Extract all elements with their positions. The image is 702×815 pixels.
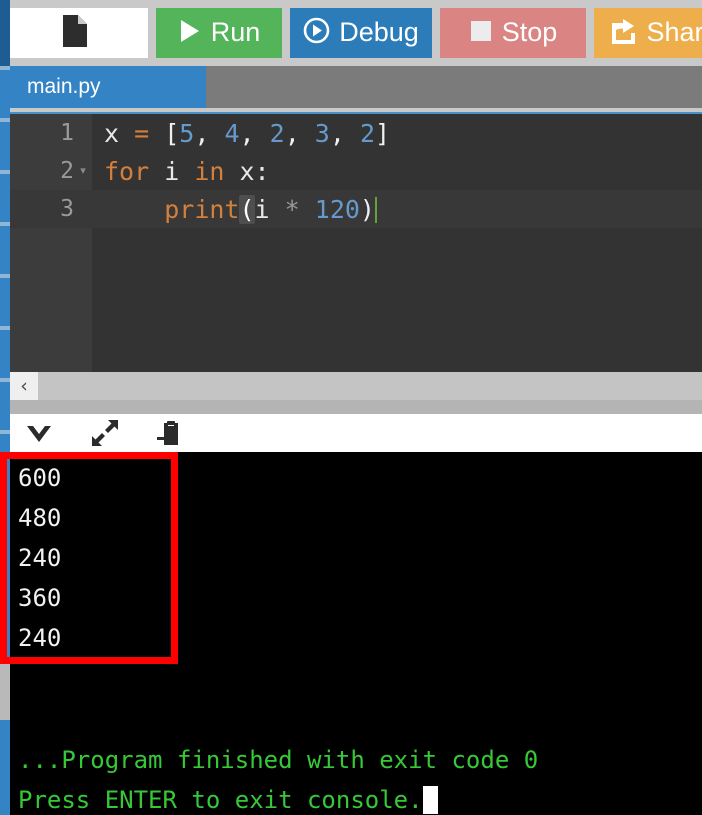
- stop-square-icon: [469, 19, 493, 48]
- code-line-1[interactable]: 1 x = [5, 4, 2, 3, 2]: [10, 114, 702, 152]
- code-line-2[interactable]: 2 ▾ for i in x:: [10, 152, 702, 190]
- share-button[interactable]: Share: [594, 8, 702, 58]
- code-editor[interactable]: 1 x = [5, 4, 2, 3, 2] 2 ▾ for i in x: 3 print…: [10, 112, 702, 372]
- rail-divider: [0, 274, 10, 278]
- tab-label: main.py: [27, 75, 101, 98]
- new-file-button[interactable]: [10, 8, 148, 58]
- debug-button[interactable]: Debug: [290, 8, 432, 58]
- console-output-text: 600 480 240 360 240: [18, 458, 61, 658]
- console-block-cursor: [422, 786, 438, 814]
- console-output-line: 480: [18, 504, 62, 532]
- console-status-line: Press ENTER to exit console.: [18, 780, 538, 815]
- rail-divider: [0, 326, 10, 330]
- editor-horizontal-scrollbar[interactable]: ‹: [10, 372, 702, 400]
- code-text: for i in x:: [104, 156, 270, 186]
- clipboard-paste-icon[interactable]: [154, 417, 188, 449]
- console-output-line: 600: [18, 464, 62, 492]
- code-line-3[interactable]: 3 print(i * 120): [10, 190, 702, 228]
- rail-divider: [0, 118, 10, 122]
- line-number: 2: [60, 158, 74, 184]
- chevron-down-icon[interactable]: [22, 417, 56, 449]
- console-status-line: ...Program finished with exit code 0: [18, 746, 539, 774]
- run-label: Run: [210, 16, 261, 47]
- code-text: x = [5, 4, 2, 3, 2]: [104, 118, 391, 148]
- rail-divider: [0, 66, 10, 70]
- debug-label: Debug: [339, 16, 419, 47]
- share-icon: [609, 17, 637, 49]
- rail-divider: [0, 170, 10, 174]
- line-number: 3: [60, 196, 74, 222]
- run-button[interactable]: Run: [156, 8, 282, 58]
- share-label: Share: [646, 16, 702, 47]
- code-text: print(i * 120): [164, 194, 377, 224]
- console-output-line: 240: [18, 624, 62, 652]
- line-number: 1: [60, 120, 74, 146]
- rail-bottom-nub: [0, 664, 10, 720]
- document-icon: [61, 14, 88, 53]
- rail-divider: [0, 378, 10, 382]
- console-toolbar: [10, 414, 702, 452]
- console-status-text: ...Program finished with exit code 0 Pres…: [18, 740, 538, 815]
- fold-toggle-icon[interactable]: ▾: [74, 165, 92, 177]
- expand-arrows-icon[interactable]: [88, 417, 122, 449]
- rail-segment-top: [0, 0, 10, 66]
- rail-divider: [0, 430, 10, 434]
- play-icon: [178, 18, 202, 49]
- console-output-panel[interactable]: 600 480 240 360 240 ...Program finished with…: [10, 452, 702, 815]
- stop-button[interactable]: Stop: [440, 8, 586, 58]
- editor-console-splitter[interactable]: [10, 400, 702, 414]
- rail-divider: [0, 222, 10, 226]
- debug-circle-icon: [303, 17, 330, 49]
- text-caret: [374, 196, 377, 223]
- tab-main-py[interactable]: main.py: [10, 66, 206, 108]
- console-output-line: 240: [18, 544, 62, 572]
- scroll-left-arrow-icon[interactable]: ‹: [10, 372, 38, 400]
- stop-label: Stop: [501, 16, 558, 47]
- tab-bar: main.py: [10, 66, 702, 112]
- top-toolbar: Run Debug Stop Shar: [0, 0, 702, 66]
- console-output-line: 360: [18, 584, 62, 612]
